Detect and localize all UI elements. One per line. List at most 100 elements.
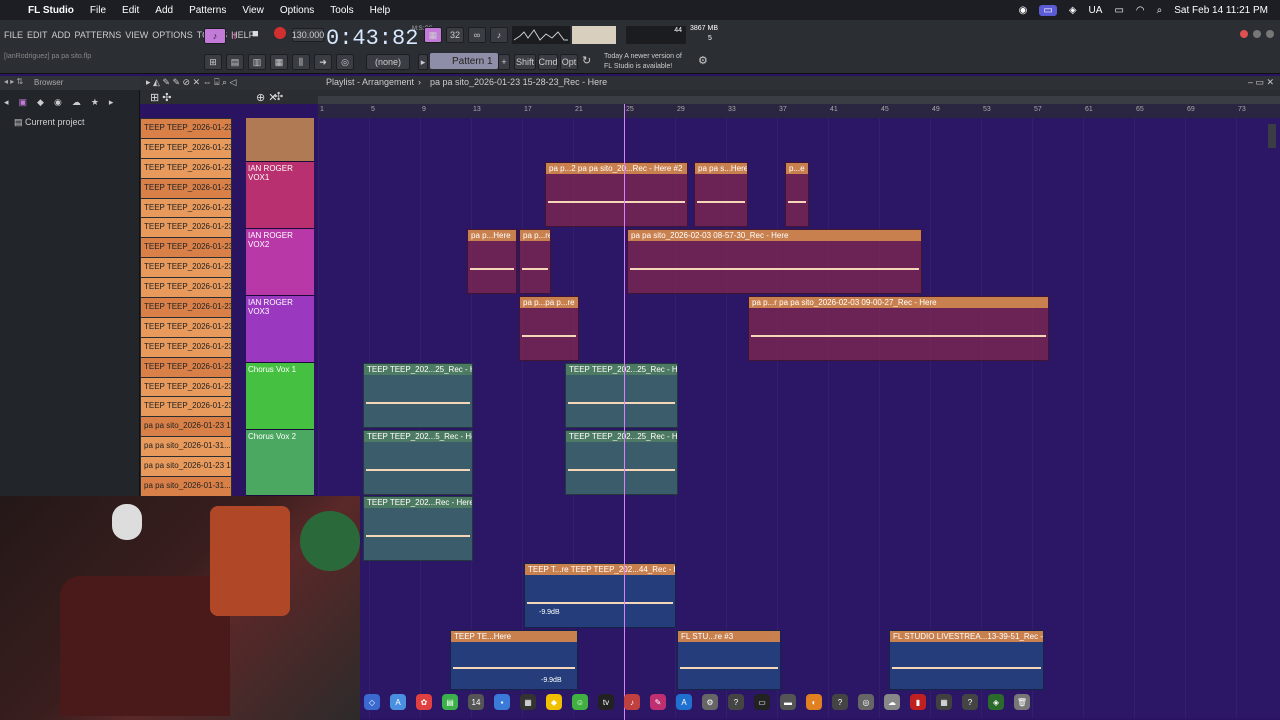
dock-app-icon[interactable]: A xyxy=(676,694,692,710)
audio-clip[interactable]: TEEP TEEP_202...25_Rec - Here xyxy=(363,363,473,428)
track-header-vox3[interactable]: IAN ROGER VOX3 xyxy=(246,296,314,363)
pattern-prev-icon[interactable]: ▸ xyxy=(418,54,428,70)
dock-app-icon[interactable]: ☁ xyxy=(884,694,900,710)
clip-list-item[interactable]: TEEP TEEP_2026-01-23... xyxy=(141,119,231,138)
audio-clip[interactable]: pa pa s...Here xyxy=(694,162,748,227)
dock-app-icon[interactable]: ◈ xyxy=(988,694,1004,710)
playhead[interactable] xyxy=(624,104,625,720)
fl-menu-view[interactable]: VIEW xyxy=(125,30,148,40)
audio-clip[interactable]: TEEP TEEP_202...Rec - Here #2 xyxy=(363,496,473,561)
control-center-icon[interactable]: ◉ xyxy=(1019,5,1028,16)
clip-list-item[interactable]: pa pa sito_2026-01-31... xyxy=(141,437,231,457)
browser-star-icon[interactable]: ★ xyxy=(91,97,99,108)
dock-app-icon[interactable]: ▦ xyxy=(520,694,536,710)
metronome-icon[interactable]: ∞ xyxy=(468,27,486,43)
status-icon[interactable]: ◈ xyxy=(1069,5,1077,16)
clip-list-item[interactable]: TEEP TEEP_2026-01-23... xyxy=(141,317,231,337)
clip-list-item[interactable]: TEEP TEEP_2026-01-23... xyxy=(141,397,231,417)
dock-app-icon[interactable]: ☺ xyxy=(572,694,588,710)
midi-select[interactable]: (none) xyxy=(366,54,410,70)
audio-clip[interactable]: pa p...2 pa pa sito_20...Rec - Here #2 xyxy=(545,162,688,227)
clip-list-item[interactable]: pa pa sito_2026-01-23 1... xyxy=(141,417,231,437)
browser-cloud-icon[interactable]: ☁ xyxy=(72,97,81,108)
pause-icon[interactable]: ॥ xyxy=(230,28,237,43)
clip-list-item[interactable]: TEEP TEEP_2026-01-23... xyxy=(141,278,231,298)
step-icon[interactable]: 32 xyxy=(446,27,464,43)
pattern-selector[interactable]: Pattern 1 xyxy=(430,53,498,69)
track-header-vox2[interactable]: IAN ROGER VOX2 xyxy=(246,229,314,296)
menu-edit[interactable]: Edit xyxy=(122,5,139,16)
gear-icon[interactable]: ⚙ xyxy=(698,54,708,67)
stop-button[interactable]: ■ xyxy=(252,28,259,40)
playlist-window-controls[interactable]: – ▭ ✕ xyxy=(1248,77,1274,88)
menu-file[interactable]: File xyxy=(90,5,106,16)
browser-back-icon[interactable]: ◂ xyxy=(4,97,9,108)
track-header-chorus1[interactable]: Chorus Vox 1 xyxy=(246,363,314,430)
dock-app-icon[interactable]: 14 xyxy=(468,694,484,710)
horizontal-scrollbar[interactable] xyxy=(318,96,1280,104)
clip-list-item[interactable]: TEEP TEEP_2026-01-23... xyxy=(141,357,231,377)
vertical-scrollbar[interactable] xyxy=(1268,124,1276,148)
track-header-top[interactable] xyxy=(246,118,314,162)
tempo-field[interactable]: 130.000 xyxy=(292,28,324,42)
screen-record-icon[interactable]: ▭ xyxy=(1039,4,1057,16)
dock-app-icon[interactable]: ◆ xyxy=(546,694,562,710)
dock-app-icon[interactable]: ◎ xyxy=(858,694,874,710)
dock-app-icon[interactable]: ▭ xyxy=(754,694,770,710)
dock-app-icon[interactable]: ♪ xyxy=(624,694,640,710)
audio-clip[interactable]: TEEP T...re TEEP TEEP_202...44_Rec - Her… xyxy=(524,563,676,628)
audio-clip[interactable]: pa p...Here xyxy=(467,229,517,294)
clip-list-item[interactable]: TEEP TEEP_2026-01-23... xyxy=(141,337,231,357)
audio-clip[interactable]: TEEP TEEP_202...25_Rec - Here xyxy=(565,430,678,495)
track-header-vox1[interactable]: IAN ROGER VOX1 xyxy=(246,162,314,229)
browser-plugin-icon[interactable]: ◆ xyxy=(37,97,44,108)
clip-list-item[interactable]: TEEP TEEP_2026-01-23... xyxy=(141,138,231,158)
dock-app-icon[interactable]: ◐ xyxy=(806,694,822,710)
news-panel[interactable]: Today A newer version of FL Studio is av… xyxy=(604,52,682,72)
clip-list-item[interactable]: TEEP TEEP_2026-01-23... xyxy=(141,178,231,198)
fl-menu-options[interactable]: OPTIONS xyxy=(152,30,193,40)
timeline-ruler[interactable]: 1 5 9 13 17 21 25 29 33 37 41 45 49 53 57 61 65 69 73 xyxy=(318,104,1280,118)
dock-app-icon[interactable]: ? xyxy=(728,694,744,710)
audio-clip[interactable]: pa p...r pa pa sito_2026-02-03 09-00-27_… xyxy=(748,296,1049,361)
dock-app-icon[interactable]: ◇ xyxy=(364,694,380,710)
clip-list-item[interactable]: TEEP TEEP_2026-01-23... xyxy=(141,238,231,258)
clip-list-item[interactable]: pa pa sito_2026-01-23 1... xyxy=(141,457,231,477)
audio-clip[interactable]: TEEP TEEP_202...5_Rec - Here xyxy=(363,430,473,495)
browser-audio-icon[interactable]: ◉ xyxy=(54,97,62,108)
browser-item-current-project[interactable]: ▤ Current project xyxy=(14,117,85,128)
browser-arrows-icon[interactable]: ◂ ▸ ⇅ xyxy=(4,77,23,86)
time-display[interactable]: 0:43:82 xyxy=(326,26,418,51)
cmd-key[interactable]: Cmd xyxy=(538,54,558,70)
menu-help[interactable]: Help xyxy=(370,5,391,16)
forward-icon[interactable]: ➜ xyxy=(314,54,332,70)
clip-list-item[interactable]: TEEP TEEP_2026-01-23... xyxy=(141,258,231,278)
dock-app-icon[interactable]: ▮ xyxy=(910,694,926,710)
audio-clip[interactable]: pa p...re xyxy=(519,229,551,294)
dock-app-icon[interactable]: ? xyxy=(832,694,848,710)
audio-clip[interactable]: TEEP TEEP_202...25_Rec - Here xyxy=(565,363,678,428)
clock[interactable]: Sat Feb 14 11:21 PM xyxy=(1174,5,1268,16)
menu-options[interactable]: Options xyxy=(280,5,314,16)
audio-clip[interactable]: FL STUDIO LIVESTREA...13-39-51_Rec - Her… xyxy=(889,630,1044,690)
dock-app-icon[interactable]: ✎ xyxy=(650,694,666,710)
close-window-icon[interactable] xyxy=(1240,30,1248,38)
pattern-icon[interactable]: ▦ xyxy=(424,27,442,43)
arrange-icon[interactable]: ✣ xyxy=(274,90,283,103)
dock-app-icon[interactable]: ▤ xyxy=(442,694,458,710)
audio-clip[interactable]: pa pa sito_2026-02-03 08-57-30_Rec - Her… xyxy=(627,229,922,294)
tool-icons[interactable]: ⊞ ✣ xyxy=(150,91,172,104)
search-icon[interactable]: ⌕ xyxy=(1157,5,1163,16)
dock-app-icon[interactable]: ✿ xyxy=(416,694,432,710)
refresh-icon[interactable]: ↻ xyxy=(582,54,591,67)
playlist-icon[interactable]: ▤ xyxy=(226,54,244,70)
dock-app-icon[interactable]: ▦ xyxy=(936,694,952,710)
fl-menu-file[interactable]: FILE xyxy=(4,30,23,40)
fl-menu-patterns[interactable]: PATTERNS xyxy=(75,30,122,40)
shift-key[interactable]: Shift xyxy=(514,54,536,70)
dock-app-icon[interactable]: ? xyxy=(962,694,978,710)
channel-rack-icon[interactable]: ▦ xyxy=(270,54,288,70)
piano-roll-icon[interactable]: ▥ xyxy=(248,54,266,70)
fl-menu-edit[interactable]: EDIT xyxy=(27,30,48,40)
dock-app-icon[interactable]: 🗑 xyxy=(1014,694,1030,710)
